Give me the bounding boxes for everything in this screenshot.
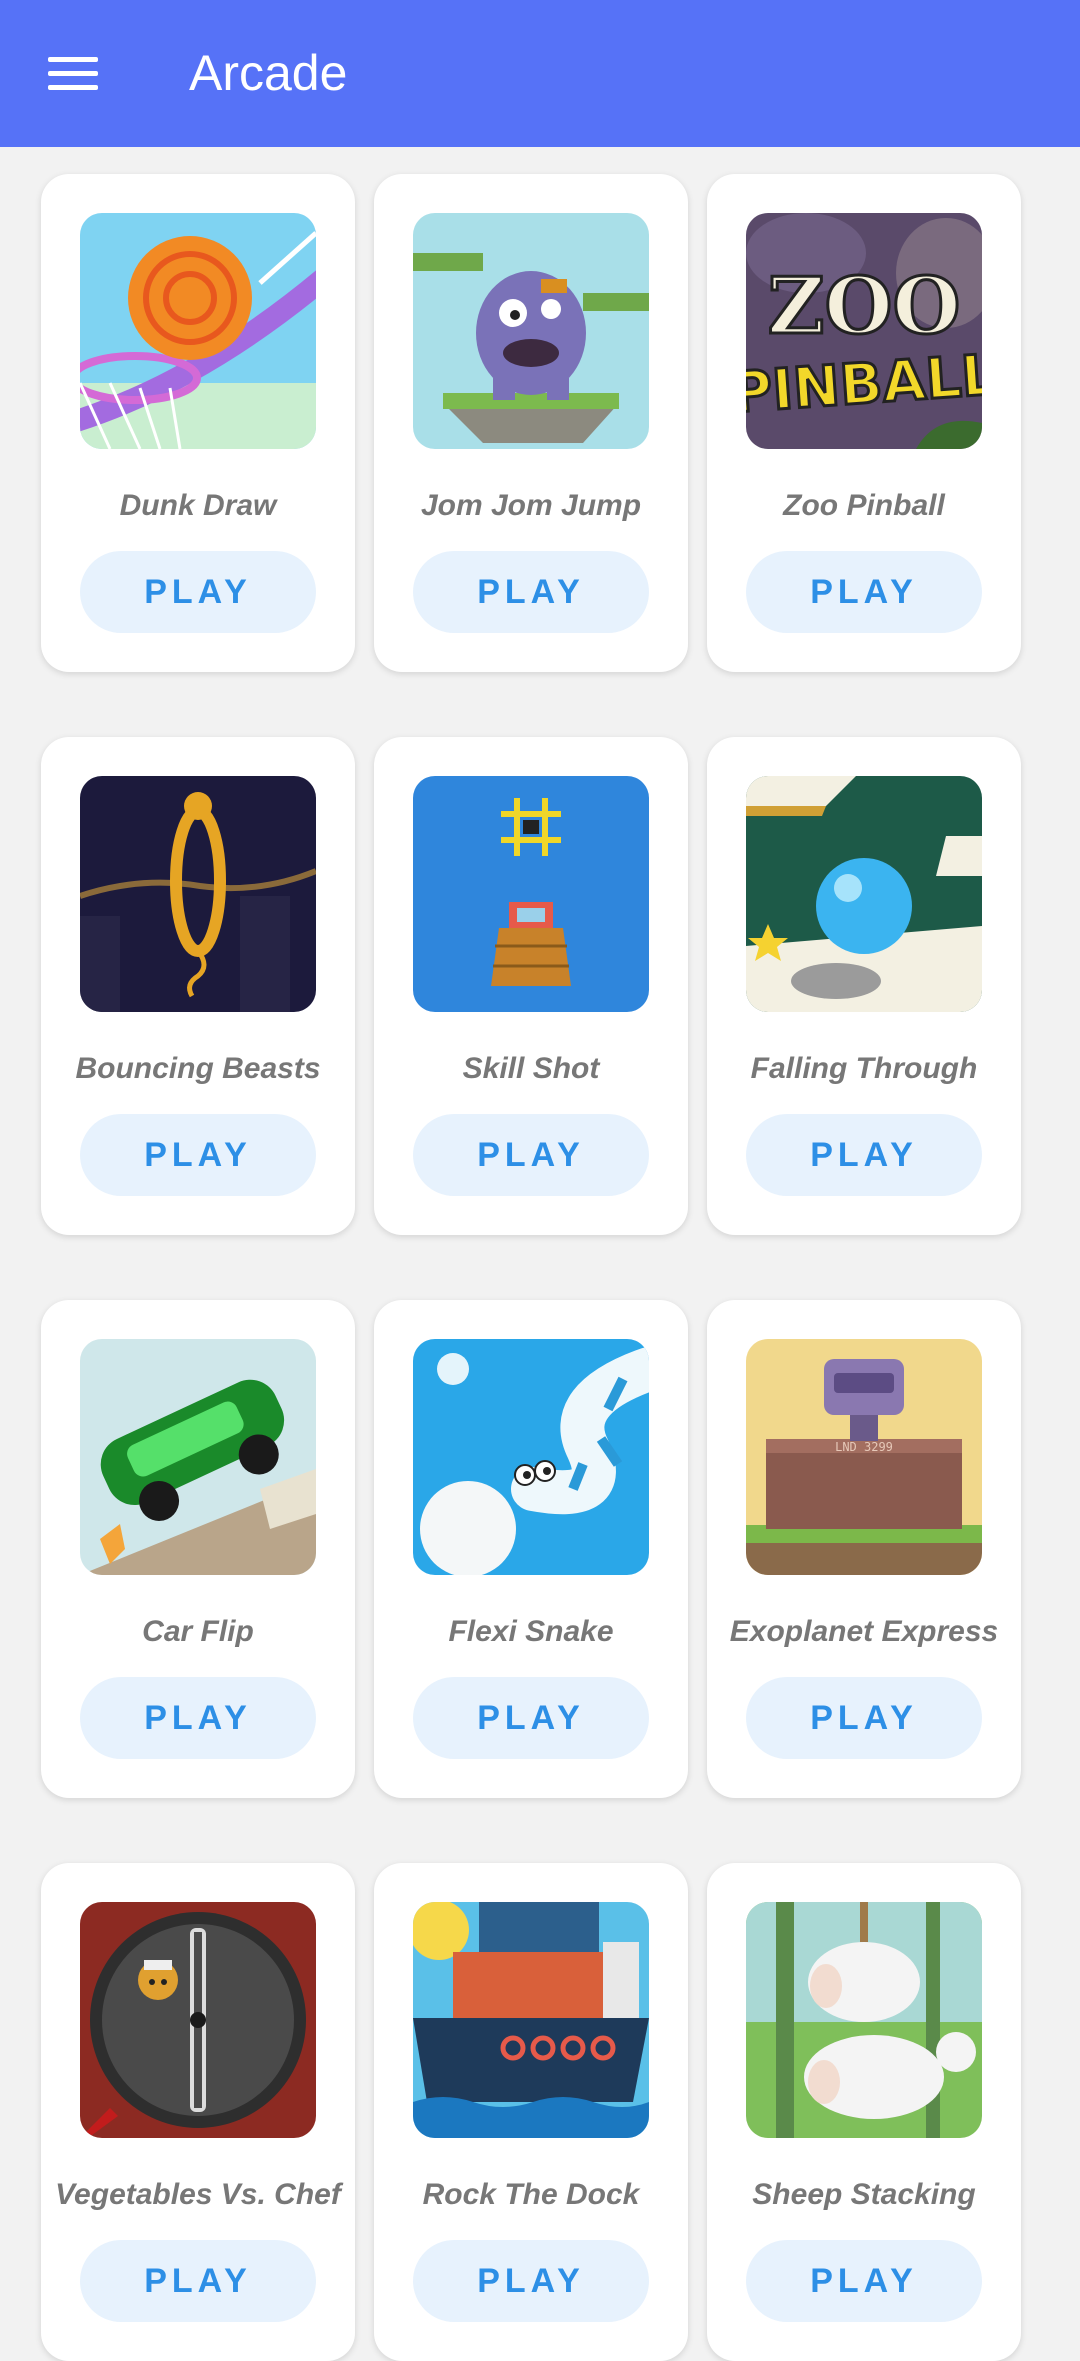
exoplanet-express-art: LND 3299 xyxy=(746,1339,982,1575)
svg-text:ZOO: ZOO xyxy=(768,261,961,352)
play-button[interactable]: PLAY xyxy=(746,551,982,633)
rock-the-dock-art xyxy=(413,1902,649,2138)
game-card-sheep-stacking[interactable]: Sheep Stacking PLAY xyxy=(707,1863,1021,2361)
game-card-falling-through[interactable]: Falling Through PLAY xyxy=(707,737,1021,1235)
dunk-draw-thumbnail[interactable] xyxy=(80,213,316,449)
play-button[interactable]: PLAY xyxy=(80,1677,316,1759)
game-card-vegetables-vs-chef[interactable]: Vegetables Vs. Chef PLAY xyxy=(41,1863,355,2361)
play-button[interactable]: PLAY xyxy=(80,1114,316,1196)
play-button[interactable]: PLAY xyxy=(746,1677,982,1759)
app-bar: Arcade xyxy=(0,0,1080,147)
game-title: Exoplanet Express xyxy=(729,1615,999,1648)
game-card-bouncing-beasts[interactable]: Bouncing Beasts PLAY xyxy=(41,737,355,1235)
sheep-stacking-thumbnail[interactable] xyxy=(746,1902,982,2138)
play-button[interactable]: PLAY xyxy=(413,1114,649,1196)
jom-jom-jump-art xyxy=(413,213,649,449)
play-button[interactable]: PLAY xyxy=(746,1114,982,1196)
game-grid: Dunk Draw PLAY Jom Jom Jump PLAY ZOO PIN… xyxy=(41,174,1041,2361)
falling-through-art xyxy=(746,776,982,1012)
zoo-pinball-thumbnail[interactable]: ZOO PINBALL xyxy=(746,213,982,449)
game-title: Falling Through xyxy=(750,1052,978,1085)
game-card-exoplanet-express[interactable]: LND 3299 Exoplanet Express PLAY xyxy=(707,1300,1021,1798)
car-flip-thumbnail[interactable] xyxy=(80,1339,316,1575)
game-card-skill-shot[interactable]: Skill Shot PLAY xyxy=(374,737,688,1235)
bouncing-beasts-art xyxy=(80,776,316,1012)
vegetables-vs-chef-art xyxy=(80,1902,316,2138)
bouncing-beasts-thumbnail[interactable] xyxy=(80,776,316,1012)
game-card-car-flip[interactable]: Car Flip PLAY xyxy=(41,1300,355,1798)
game-card-flexi-snake[interactable]: Flexi Snake PLAY xyxy=(374,1300,688,1798)
hamburger-menu-icon[interactable] xyxy=(34,40,112,108)
game-card-jom-jom-jump[interactable]: Jom Jom Jump PLAY xyxy=(374,174,688,672)
flexi-snake-thumbnail[interactable] xyxy=(413,1339,649,1575)
game-title: Vegetables Vs. Chef xyxy=(55,2178,341,2211)
game-title: Car Flip xyxy=(142,1615,254,1648)
play-button[interactable]: PLAY xyxy=(80,551,316,633)
falling-through-thumbnail[interactable] xyxy=(746,776,982,1012)
jom-jom-jump-thumbnail[interactable] xyxy=(413,213,649,449)
game-card-dunk-draw[interactable]: Dunk Draw PLAY xyxy=(41,174,355,672)
game-title: Rock The Dock xyxy=(422,2178,640,2211)
vegetables-vs-chef-thumbnail[interactable] xyxy=(80,1902,316,2138)
skill-shot-thumbnail[interactable] xyxy=(413,776,649,1012)
game-title: Dunk Draw xyxy=(119,489,277,522)
game-card-zoo-pinball[interactable]: ZOO PINBALL Zoo Pinball PLAY xyxy=(707,174,1021,672)
game-title: Jom Jom Jump xyxy=(420,489,642,522)
game-card-rock-the-dock[interactable]: Rock The Dock PLAY xyxy=(374,1863,688,2361)
dunk-draw-art xyxy=(80,213,316,449)
zoo-pinball-art: ZOO PINBALL xyxy=(746,213,982,449)
sheep-stacking-art xyxy=(746,1902,982,2138)
svg-text:LND 3299: LND 3299 xyxy=(835,1440,893,1454)
exoplanet-express-thumbnail[interactable]: LND 3299 xyxy=(746,1339,982,1575)
play-button[interactable]: PLAY xyxy=(413,551,649,633)
car-flip-art xyxy=(80,1339,316,1575)
skill-shot-art xyxy=(413,776,649,1012)
game-title: Skill Shot xyxy=(462,1052,600,1085)
rock-the-dock-thumbnail[interactable] xyxy=(413,1902,649,2138)
play-button[interactable]: PLAY xyxy=(413,1677,649,1759)
game-title: Flexi Snake xyxy=(448,1615,614,1648)
game-title: Bouncing Beasts xyxy=(75,1052,321,1085)
game-title: Zoo Pinball xyxy=(783,489,945,522)
game-title: Sheep Stacking xyxy=(752,2178,976,2211)
page-title: Arcade xyxy=(189,45,348,101)
flexi-snake-art xyxy=(413,1339,649,1575)
